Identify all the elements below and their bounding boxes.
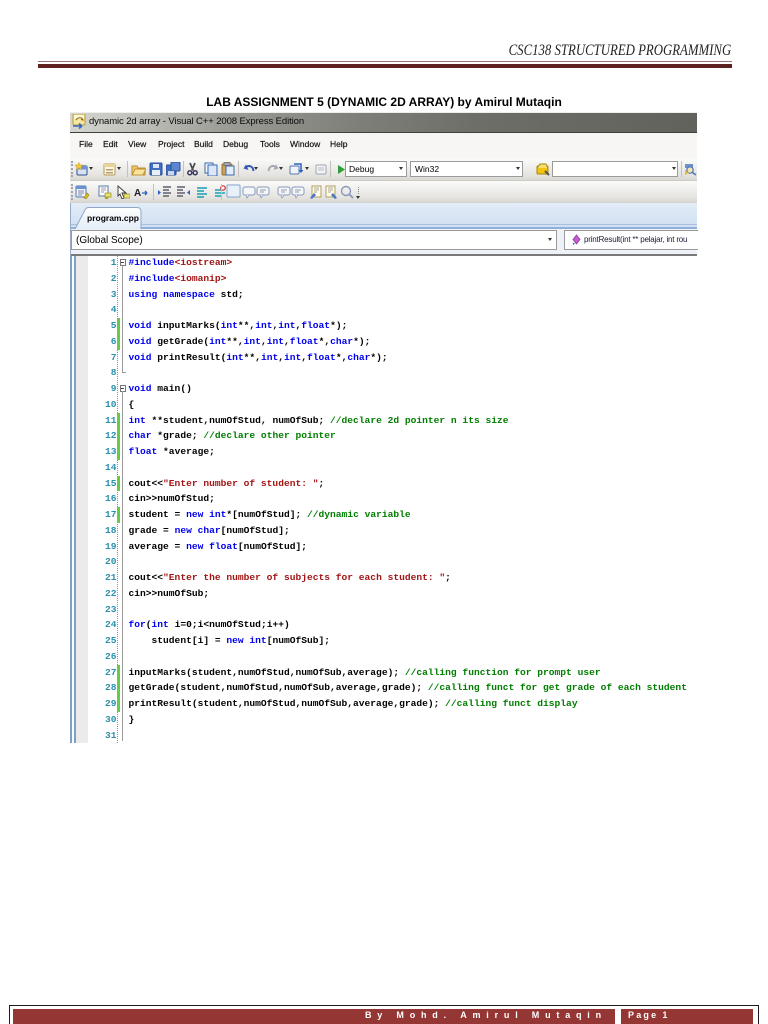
- svg-text:A: A: [134, 188, 141, 199]
